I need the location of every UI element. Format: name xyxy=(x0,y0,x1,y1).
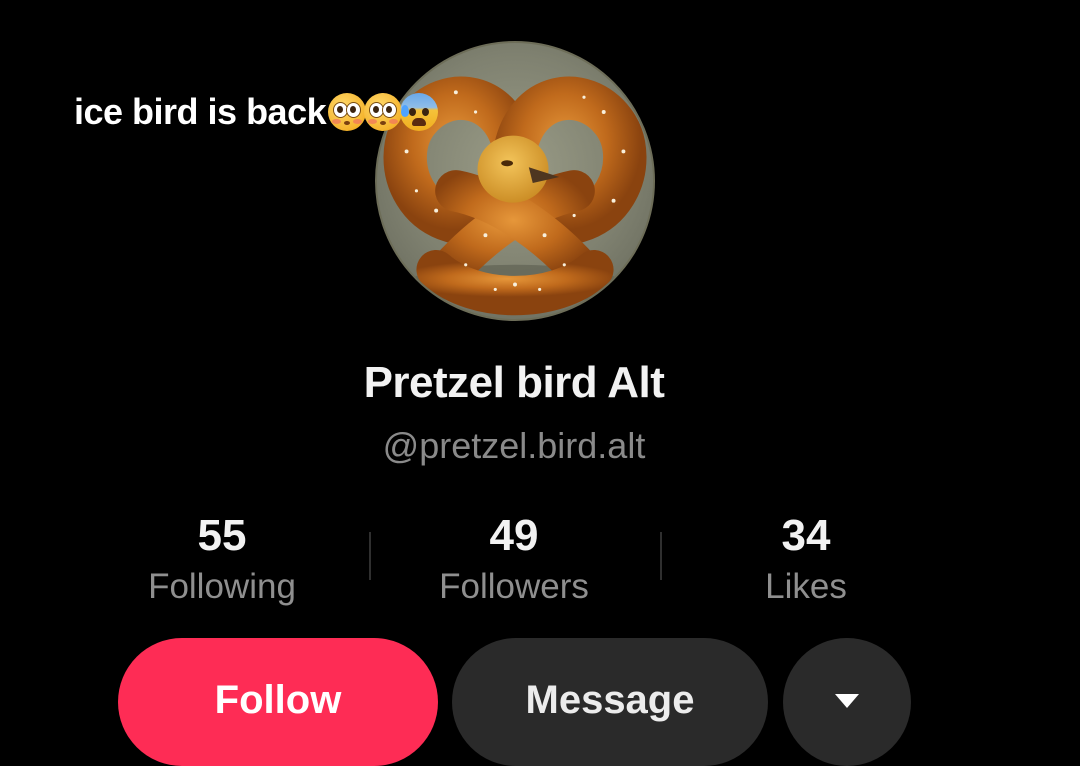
display-name: Pretzel bird Alt xyxy=(363,358,665,407)
username-handle: @pretzel.bird.alt xyxy=(382,425,646,466)
likes-label: Likes xyxy=(765,567,847,606)
more-options-button[interactable] xyxy=(783,638,911,766)
message-button[interactable]: Message xyxy=(452,638,768,766)
caption-text: ice bird is back xyxy=(74,91,327,132)
likes-count: 34 xyxy=(781,511,831,560)
pretzel-bird-avatar-image xyxy=(383,76,647,316)
stat-following[interactable]: 55 Following xyxy=(92,510,352,610)
profile-stats: 55 Following 49 Followers 34 Likes xyxy=(0,510,1080,610)
caption-emojis xyxy=(328,93,439,131)
stat-followers[interactable]: 49 Followers xyxy=(384,510,644,610)
followers-count: 49 xyxy=(489,511,539,560)
profile-avatar[interactable] xyxy=(375,41,655,321)
anxious-face-with-sweat-icon xyxy=(400,93,439,131)
stat-divider xyxy=(369,532,371,580)
stat-likes[interactable]: 34 Likes xyxy=(676,510,936,610)
follow-button[interactable]: Follow xyxy=(118,638,438,766)
followers-label: Followers xyxy=(439,567,589,606)
caret-down-icon xyxy=(835,694,859,708)
flushed-face-icon xyxy=(364,93,403,131)
following-count: 55 xyxy=(197,511,247,560)
following-label: Following xyxy=(148,567,296,606)
overlay-caption: ice bird is back xyxy=(74,86,439,138)
stat-divider xyxy=(660,532,662,580)
flushed-face-icon xyxy=(328,93,367,131)
